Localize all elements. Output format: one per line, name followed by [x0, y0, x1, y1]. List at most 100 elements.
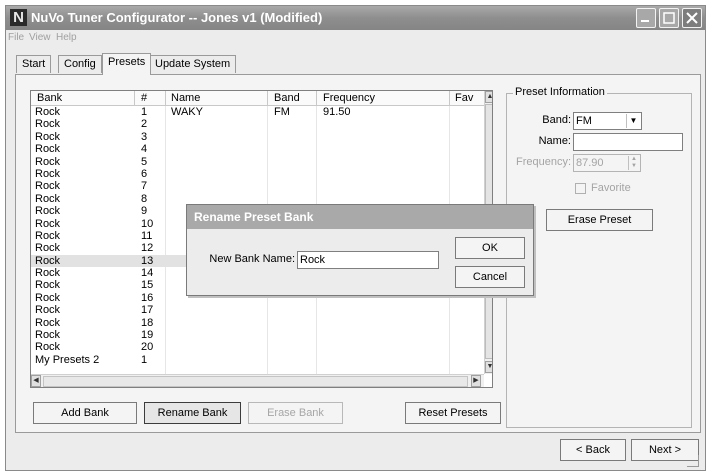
menu-view[interactable]: View: [29, 32, 51, 43]
table-row[interactable]: Rock 19: [31, 329, 484, 341]
table-row[interactable]: Rock 17: [31, 304, 484, 316]
chevron-down-icon[interactable]: ▼: [626, 114, 640, 128]
cell-bank: Rock: [35, 304, 61, 317]
header-divider[interactable]: [165, 91, 166, 105]
title-bar: N NuVo Tuner Configurator -- Jones v1 (M…: [6, 6, 705, 30]
table-row[interactable]: Rock 4: [31, 143, 484, 155]
menu-bar: File View Help: [6, 30, 705, 47]
resize-grip-icon[interactable]: [687, 455, 699, 467]
header-divider[interactable]: [316, 91, 317, 105]
cell-bank: Rock: [35, 291, 61, 304]
table-row[interactable]: Rock 20: [31, 341, 484, 353]
cell-bank: Rock: [35, 329, 61, 342]
cell-bank: My Presets 2: [35, 353, 100, 366]
ok-button[interactable]: OK: [455, 237, 525, 259]
table-row[interactable]: Rock 6: [31, 168, 484, 180]
column-band[interactable]: Band: [274, 92, 300, 104]
cell-number: 8: [141, 192, 148, 205]
header-divider[interactable]: [267, 91, 268, 105]
band-label: Band:: [542, 114, 571, 126]
band-dropdown[interactable]: FM ▼: [573, 112, 642, 130]
erase-preset-button[interactable]: Erase Preset: [546, 209, 653, 231]
frequency-field[interactable]: 87.90 ▲ ▼: [573, 154, 641, 172]
cell-number: 14: [141, 267, 154, 280]
cell-name: WAKY: [171, 106, 203, 118]
bottom-bar: < Back Next >: [6, 439, 705, 470]
back-button[interactable]: < Back: [560, 439, 626, 461]
cell-number: 4: [141, 143, 148, 156]
cell-number: 6: [141, 167, 148, 180]
frequency-label: Frequency:: [515, 156, 571, 168]
erase-bank-button[interactable]: Erase Bank: [248, 402, 343, 424]
tab-update-system[interactable]: Update System: [149, 55, 237, 73]
column-fav[interactable]: Fav: [455, 92, 473, 104]
cell-number: 12: [141, 242, 154, 255]
band-value: FM: [576, 115, 592, 127]
cell-bank: Rock: [35, 143, 61, 156]
horizontal-scrollbar[interactable]: ◀ ▶: [31, 374, 484, 387]
cell-number: 18: [141, 316, 154, 329]
column-frequency[interactable]: Frequency: [323, 92, 375, 104]
table-row[interactable]: My Presets 2 1: [31, 354, 484, 366]
cell-bank: Rock: [35, 267, 61, 280]
cell-number: 11: [141, 229, 153, 242]
cell-bank: Rock: [35, 229, 61, 242]
cell-bank: Rock: [35, 279, 61, 292]
close-icon[interactable]: [682, 8, 702, 28]
menu-file[interactable]: File: [8, 32, 24, 43]
cell-bank: Rock: [35, 217, 61, 230]
cell-number: 19: [141, 329, 154, 342]
rename-bank-dialog: Rename Preset Bank New Bank Name: Rock O…: [186, 204, 534, 296]
cell-number: 7: [141, 180, 148, 193]
cell-number: 1: [141, 106, 148, 118]
cell-bank: Rock: [35, 242, 61, 255]
column-name[interactable]: Name: [171, 92, 200, 104]
reset-presets-button[interactable]: Reset Presets: [405, 402, 501, 424]
table-row[interactable]: Rock 3: [31, 131, 484, 143]
tab-config[interactable]: Config: [58, 55, 102, 73]
cell-bank: Rock: [35, 205, 61, 218]
rename-bank-button[interactable]: Rename Bank: [144, 402, 241, 424]
scroll-left-icon[interactable]: ◀: [31, 375, 41, 387]
dialog-title: Rename Preset Bank: [187, 205, 533, 229]
cell-number: 15: [141, 279, 154, 292]
cell-bank: Rock: [35, 167, 61, 180]
tab-presets[interactable]: Presets: [102, 53, 152, 75]
name-field[interactable]: [573, 133, 683, 151]
nuvo-logo-icon: N: [10, 9, 27, 26]
table-row[interactable]: Rock 2: [31, 118, 484, 130]
column-number[interactable]: #: [141, 92, 147, 104]
menu-help[interactable]: Help: [56, 32, 77, 43]
maximize-icon[interactable]: [659, 8, 679, 28]
spinner-icon[interactable]: ▲ ▼: [628, 156, 639, 170]
cell-number: 20: [141, 341, 154, 354]
add-bank-button[interactable]: Add Bank: [33, 402, 137, 424]
cell-number: 16: [141, 291, 154, 304]
table-row[interactable]: Rock 7: [31, 180, 484, 192]
cell-bank: Rock: [35, 155, 61, 168]
cell-number: 13: [141, 254, 154, 267]
new-bank-name-field[interactable]: Rock: [297, 251, 439, 269]
horizontal-scroll-thumb[interactable]: [43, 376, 468, 387]
cell-bank: Rock: [35, 316, 61, 329]
cell-bank: Rock: [35, 180, 61, 193]
cell-bank: Rock: [35, 106, 61, 118]
dialog-content: New Bank Name: Rock: [191, 230, 446, 290]
cell-number: 1: [141, 353, 148, 366]
minimize-icon[interactable]: [636, 8, 656, 28]
table-row[interactable]: Rock 18: [31, 317, 484, 329]
cancel-button[interactable]: Cancel: [455, 266, 525, 288]
tab-start[interactable]: Start: [16, 55, 52, 73]
header-divider[interactable]: [449, 91, 450, 105]
favorite-checkbox[interactable]: [575, 183, 586, 194]
scroll-right-icon[interactable]: ▶: [471, 375, 481, 387]
scroll-up-icon[interactable]: ▲: [485, 91, 492, 103]
header-divider[interactable]: [134, 91, 135, 105]
table-row[interactable]: Rock 5: [31, 156, 484, 168]
cell-bank: Rock: [35, 254, 61, 267]
table-row[interactable]: Rock 1 WAKY FM 91.50: [31, 106, 484, 118]
scroll-down-icon[interactable]: ▼: [485, 361, 492, 373]
cell-number: 2: [141, 118, 148, 131]
window-title: NuVo Tuner Configurator -- Jones v1 (Mod…: [31, 10, 323, 25]
column-bank[interactable]: Bank: [37, 92, 62, 104]
